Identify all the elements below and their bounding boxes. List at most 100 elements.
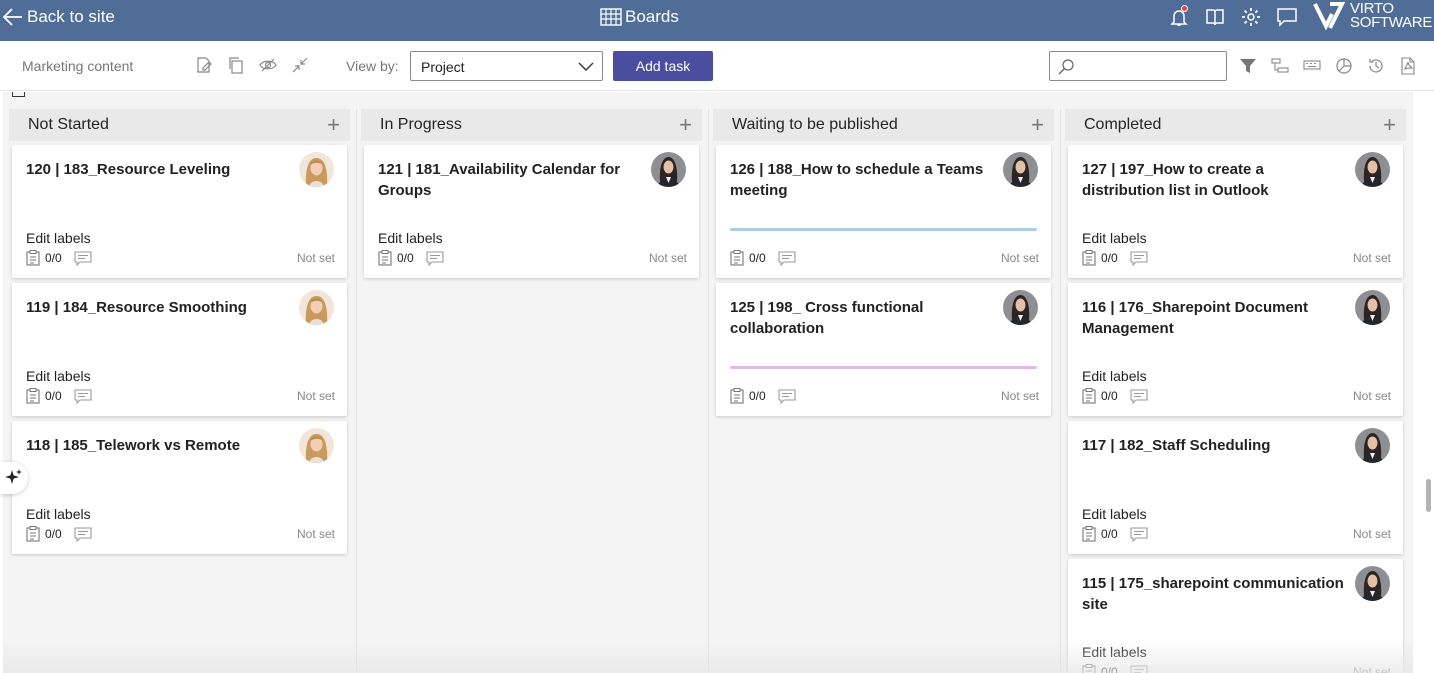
comment-icon[interactable] <box>74 526 92 542</box>
edit-labels-link[interactable]: Edit labels <box>1082 230 1147 246</box>
column-waiting-to-be-published: Waiting to be published +126 | 188_How to… <box>713 109 1054 673</box>
due-date: Not set <box>1352 527 1391 541</box>
due-date: Not set <box>296 389 335 403</box>
card-footer: 0/0 Not set <box>730 249 1039 267</box>
edit-labels-link[interactable]: Edit labels <box>26 368 91 384</box>
filter-icon[interactable] <box>1238 56 1258 76</box>
due-date: Not set <box>1352 251 1391 265</box>
avatar[interactable] <box>1355 566 1390 601</box>
add-card-icon[interactable]: + <box>679 114 692 136</box>
card-title: 116 | 176_Sharepoint Document Management <box>1082 299 1308 337</box>
avatar[interactable] <box>299 152 334 187</box>
comment-icon[interactable] <box>778 388 796 404</box>
task-card[interactable]: 120 | 183_Resource Leveling Edit labels 0/… <box>12 145 347 278</box>
column-title: In Progress <box>380 116 462 133</box>
task-card[interactable]: 117 | 182_Staff Scheduling Edit labels 0/0… <box>1068 421 1403 554</box>
sparkle-icon <box>5 469 22 484</box>
boards-grid-icon <box>600 8 622 26</box>
column-title: Not Started <box>28 116 109 133</box>
add-card-icon[interactable]: + <box>327 114 340 136</box>
arrow-left-icon <box>2 8 22 26</box>
task-card[interactable]: 115 | 175_sharepoint communication site E… <box>1068 559 1403 673</box>
avatar[interactable] <box>1003 290 1038 325</box>
edit-labels-link[interactable]: Edit labels <box>26 230 91 246</box>
chat-icon[interactable] <box>1276 6 1298 28</box>
checklist-icon <box>26 388 40 404</box>
history-icon[interactable] <box>1366 56 1386 76</box>
checklist-icon <box>1082 388 1096 404</box>
checkbox-icon[interactable] <box>12 92 25 97</box>
due-date: Not set <box>1352 665 1391 673</box>
column-divider <box>356 109 357 673</box>
add-task-button[interactable]: Add task <box>613 51 713 81</box>
column-title: Waiting to be published <box>732 116 898 133</box>
task-card[interactable]: 119 | 184_Resource Smoothing Edit labels 0… <box>12 283 347 416</box>
comment-icon[interactable] <box>1130 388 1148 404</box>
checklist-icon <box>1082 250 1096 266</box>
checklist-count: 0/0 <box>1101 251 1118 265</box>
column-in-progress: In Progress +121 | 181_Availability Calen… <box>361 109 702 673</box>
column-title: Completed <box>1084 116 1162 133</box>
comment-icon[interactable] <box>74 388 92 404</box>
card-title: 127 | 197_How to create a distribution l… <box>1082 161 1269 199</box>
task-card[interactable]: 125 | 198_ Cross functional collaboratio… <box>716 283 1051 416</box>
view-by-label: View by: <box>346 58 399 74</box>
card-footer: 0/0 Not set <box>26 387 335 405</box>
back-to-site-link[interactable]: Back to site <box>2 7 115 27</box>
comment-icon[interactable] <box>1130 664 1148 673</box>
due-date: Not set <box>1000 251 1039 265</box>
keyboard-icon[interactable] <box>1302 56 1322 76</box>
kanban-board: Not Started +120 | 183_Resource Leveling E… <box>3 92 1413 673</box>
card-title: 126 | 188_How to schedule a Teams meetin… <box>730 161 984 199</box>
edit-board-icon[interactable] <box>194 55 214 75</box>
task-card[interactable]: 126 | 188_How to schedule a Teams meetin… <box>716 145 1051 278</box>
board-name: Marketing content <box>22 58 134 74</box>
comment-icon[interactable] <box>1130 526 1148 542</box>
add-card-icon[interactable]: + <box>1383 114 1396 136</box>
pdf-icon[interactable] <box>1398 56 1418 76</box>
avatar[interactable] <box>1003 152 1038 187</box>
comment-icon[interactable] <box>426 250 444 266</box>
task-card[interactable]: 127 | 197_How to create a distribution l… <box>1068 145 1403 278</box>
label-color-bar <box>730 366 1037 369</box>
avatar[interactable] <box>1355 152 1390 187</box>
avatar[interactable] <box>1355 428 1390 463</box>
card-footer: 0/0 Not set <box>26 249 335 267</box>
bell-icon[interactable] <box>1168 5 1190 28</box>
toolbar: Marketing content View by: Project Add t… <box>0 41 1434 91</box>
card-footer: 0/0 Not set <box>1082 525 1391 543</box>
hierarchy-icon[interactable] <box>1270 56 1290 76</box>
card-footer: 0/0 Not set <box>730 387 1039 405</box>
search-input[interactable] <box>1049 51 1227 81</box>
avatar[interactable] <box>1355 290 1390 325</box>
collapse-icon[interactable] <box>290 55 310 75</box>
add-card-icon[interactable]: + <box>1031 114 1044 136</box>
column-divider <box>708 109 709 673</box>
task-card[interactable]: 121 | 181_Availability Calendar for Grou… <box>364 145 699 278</box>
column-header: Waiting to be published + <box>713 109 1054 141</box>
edit-labels-link[interactable]: Edit labels <box>1082 506 1147 522</box>
scrollbar-thumb[interactable] <box>1426 479 1431 512</box>
edit-labels-link[interactable]: Edit labels <box>378 230 443 246</box>
view-by-select[interactable]: Project <box>410 51 603 81</box>
checklist-count: 0/0 <box>45 389 62 403</box>
task-card[interactable]: 118 | 185_Telework vs Remote Edit labels 0… <box>12 421 347 554</box>
edit-labels-link[interactable]: Edit labels <box>1082 644 1147 660</box>
avatar[interactable] <box>299 428 334 463</box>
edit-labels-link[interactable]: Edit labels <box>26 506 91 522</box>
comment-icon[interactable] <box>74 250 92 266</box>
gear-icon[interactable] <box>1240 6 1262 28</box>
checklist-icon <box>1082 526 1096 542</box>
chart-icon[interactable] <box>1334 56 1354 76</box>
copy-icon[interactable] <box>226 55 246 75</box>
edit-labels-link[interactable]: Edit labels <box>1082 368 1147 384</box>
hide-icon[interactable] <box>258 55 278 75</box>
top-bar: Back to site Boards VIRTO SOFTWARE <box>0 0 1434 41</box>
avatar[interactable] <box>651 152 686 187</box>
comment-icon[interactable] <box>778 250 796 266</box>
avatar[interactable] <box>299 290 334 325</box>
comment-icon[interactable] <box>1130 250 1148 266</box>
book-icon[interactable] <box>1204 6 1226 28</box>
logo-line2: SOFTWARE <box>1350 14 1433 31</box>
task-card[interactable]: 116 | 176_Sharepoint Document Management… <box>1068 283 1403 416</box>
